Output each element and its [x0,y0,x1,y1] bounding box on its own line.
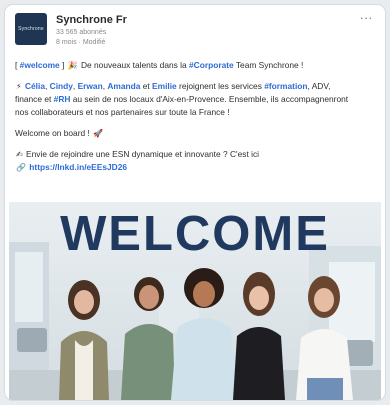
follower-count: 33 565 abonnés [56,29,107,36]
image-headline: WELCOME [60,207,330,261]
post-line-1: [ #welcome ] 🎉 De nouveaux talents dans … [15,59,375,72]
post-line-7: 🔗 https://lnkd.in/eEEsJD26 [15,161,375,174]
post-line-1-tail: Team Synchrone ! [233,60,304,70]
writing-hand-icon: ✍ [16,150,23,159]
mention-cindy[interactable]: Cindy [50,81,73,91]
post-line-2-tail: , ADV, [307,81,331,91]
mention-amanda[interactable]: Amanda [107,81,140,91]
sparkles-icon: ⚡ [16,82,22,91]
post-link[interactable]: https://lnkd.in/eEEsJD26 [29,162,127,172]
post-line-2: ⚡ Célia, Cindy, Erwan, Amanda et Emilie … [16,81,331,91]
bracket-close: ] [59,60,67,70]
post-header: Synchrone Synchrone Fr 33 565 abonnés 8 … [15,11,375,53]
post-line-3-pre: finance et [15,94,54,104]
company-logo[interactable]: Synchrone [15,13,47,45]
conjunction: et [140,81,153,91]
link-icon: 🔗 [16,163,26,172]
welcome-on-board-text: Welcome on board ! [15,128,93,138]
post-text: [ #welcome ] 🎉 De nouveaux talents dans … [15,59,375,174]
mention-celia[interactable]: Célia [25,81,45,91]
company-logo-text: Synchrone [18,26,44,32]
company-name[interactable]: Synchrone Fr [56,14,127,26]
mention-emilie[interactable]: Emilie [152,81,177,91]
hashtag-formation[interactable]: #formation [264,81,307,91]
hashtag-welcome[interactable]: #welcome [20,60,60,70]
post-line-6: ✍ Envie de rejoindre une ESN dynamique e… [15,148,375,161]
post-line-3-tail: au sein de nos locaux d'Aix-en-Provence.… [70,94,349,104]
post-time: 8 mois · Modifié [56,39,106,46]
rocket-icon: 🚀 [93,129,104,138]
hashtag-rh[interactable]: #RH [54,94,71,104]
party-popper-icon: 🎉 [67,61,78,70]
more-options-icon[interactable]: ··· [357,11,375,25]
mention-erwan[interactable]: Erwan [78,81,103,91]
linkedin-post-card: Synchrone Synchrone Fr 33 565 abonnés 8 … [5,5,385,400]
post-line-6-text: Envie de rejoindre une ESN dynamique et … [23,149,260,159]
post-line-2-text: rejoignent les services [176,81,265,91]
post-line-3: finance et #RH au sein de nos locaux d'A… [15,93,375,106]
post-line-1-text: De nouveaux talents dans la [78,60,189,70]
hashtag-corporate[interactable]: #Corporate [189,60,234,70]
post-line-5: Welcome on board ! 🚀 [15,127,375,140]
post-line-4: nos collaborateurs et nos partenaires su… [15,107,230,117]
post-image[interactable]: WELCOME [9,202,381,400]
